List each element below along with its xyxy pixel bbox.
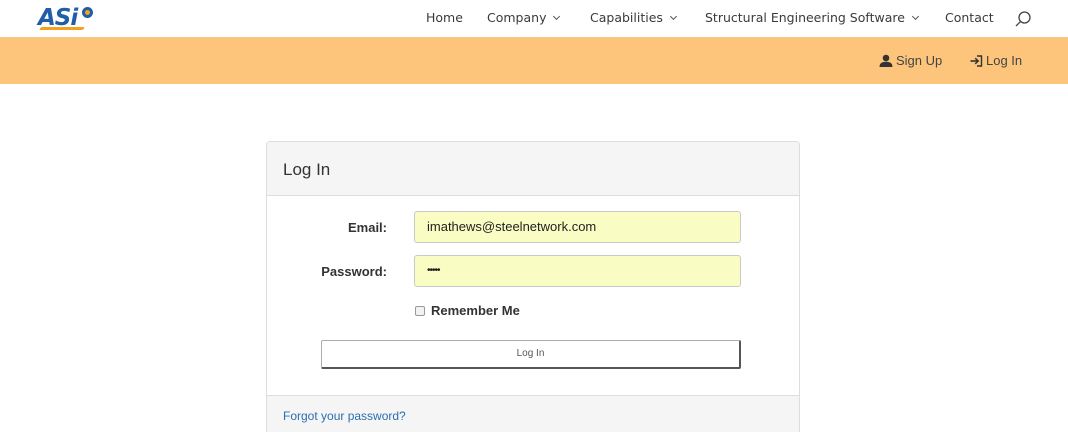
asi-logo[interactable]: ASi (38, 5, 98, 33)
logo-swoosh (39, 27, 85, 30)
sign-up-link[interactable]: Sign Up (879, 53, 942, 68)
password-label: Password: (321, 264, 387, 279)
account-bar: Sign Up Log In (0, 37, 1068, 84)
sign-up-label: Sign Up (896, 53, 943, 68)
password-field[interactable]: ••••• (414, 255, 741, 287)
nav-item-label: Capabilities (590, 10, 663, 25)
nav-item-label: Contact (945, 10, 994, 25)
remember-me-checkbox[interactable] (415, 305, 425, 316)
email-field[interactable]: imathews@steelnetwork.com (414, 211, 741, 243)
nav-item-company[interactable]: Company (487, 10, 561, 25)
log-in-link[interactable]: Log In (970, 53, 1022, 68)
chevron-down-icon (553, 12, 561, 21)
nav-item-structural-engineering-software[interactable]: Structural Engineering Software (705, 10, 919, 25)
chevron-down-icon (911, 12, 919, 21)
nav-item-label: Company (487, 10, 547, 25)
panel-footer: Forgot your password? (267, 395, 799, 432)
nav-item-label: Structural Engineering Software (705, 10, 905, 25)
log-in-button[interactable]: Log In (321, 340, 741, 369)
globe-icon (82, 7, 93, 18)
nav-item-capabilities[interactable]: Capabilities (590, 10, 677, 25)
remember-me-label: Remember Me (431, 303, 520, 318)
user-icon (879, 54, 893, 67)
forgot-password-link[interactable]: Forgot your password? (283, 409, 406, 423)
email-label: Email: (347, 220, 387, 235)
search-icon[interactable] (1014, 10, 1032, 28)
nav-item-contact[interactable]: Contact (945, 10, 994, 25)
login-icon (970, 54, 983, 67)
login-panel: Log In Email: imathews@steelnetwork.com … (266, 141, 800, 432)
nav-item-home[interactable]: Home (426, 10, 463, 25)
remember-me[interactable]: Remember Me (415, 303, 520, 318)
nav-item-label: Home (426, 10, 463, 25)
chevron-down-icon (669, 12, 677, 21)
log-in-label: Log In (986, 53, 1023, 68)
panel-heading: Log In (267, 142, 799, 196)
top-navigation: ASi Home Company Capabilities Structural… (0, 0, 1068, 37)
panel-title: Log In (283, 160, 331, 179)
